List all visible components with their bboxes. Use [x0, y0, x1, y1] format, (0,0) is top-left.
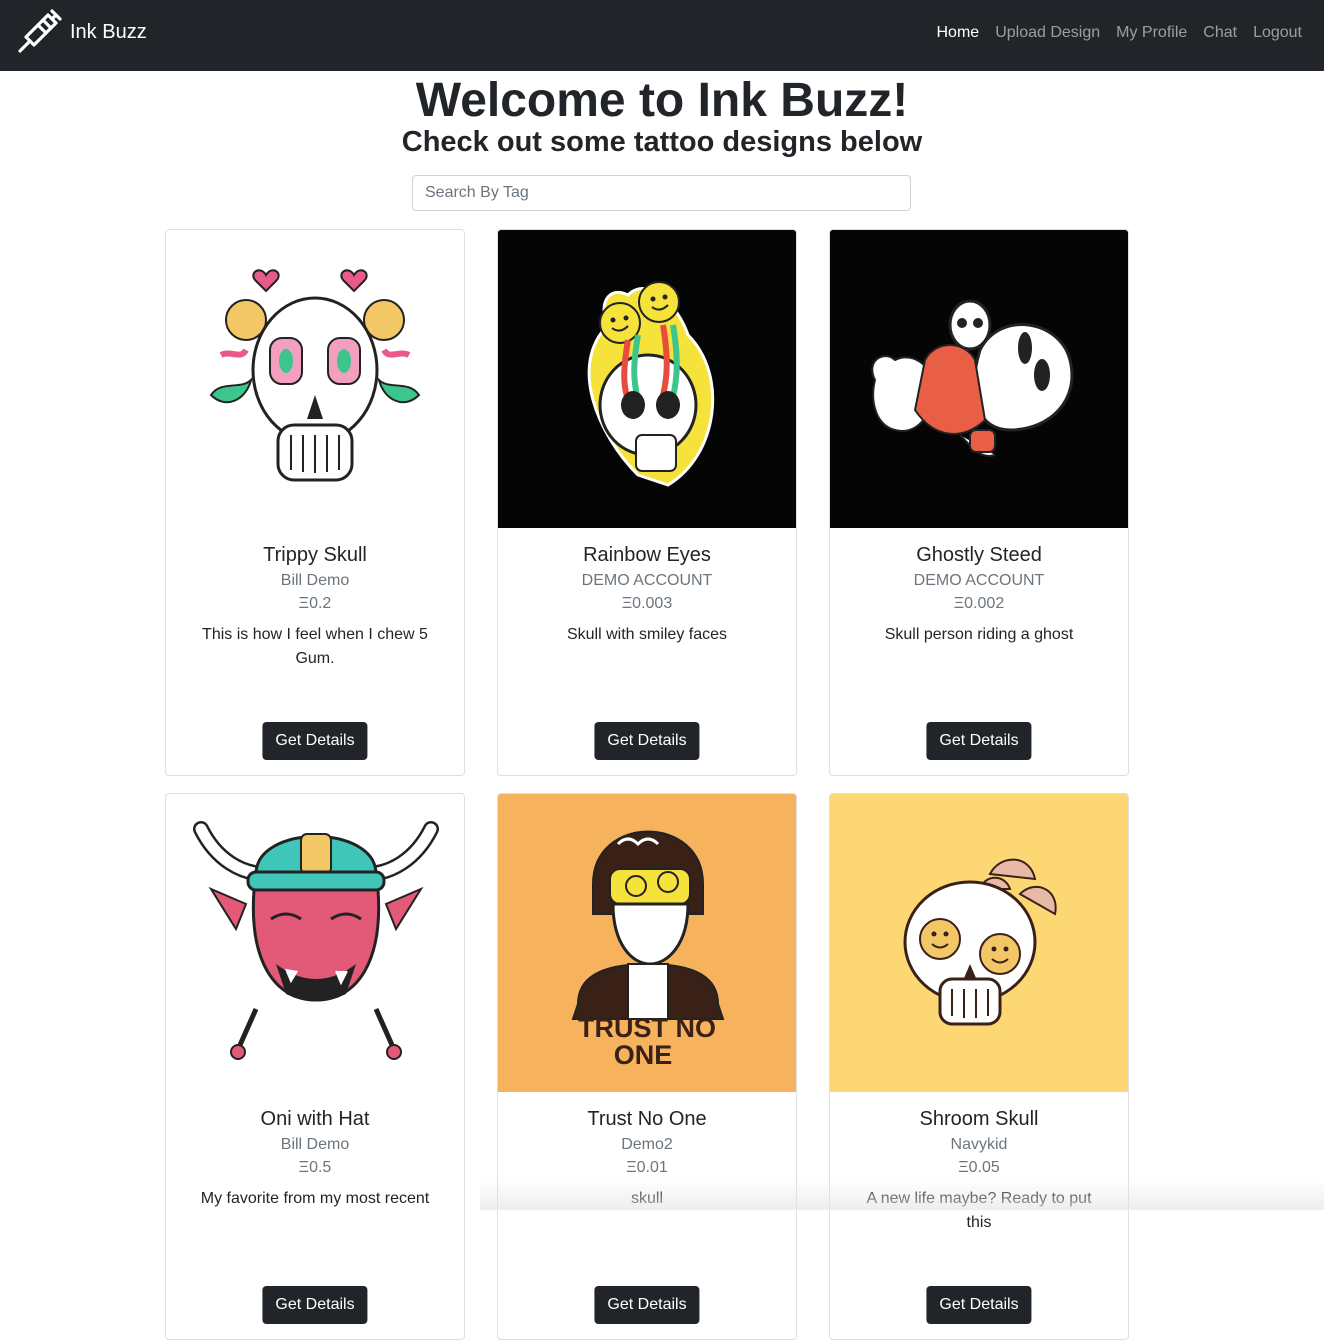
card-artist: Bill Demo — [280, 1136, 350, 1153]
trust-no-one-lettering: ONE — [614, 1040, 673, 1070]
card-description: My favorite from my most recent — [200, 1190, 430, 1207]
card-artist: Demo2 — [621, 1136, 673, 1153]
navbar: Ink Buzz Home Upload Design My Profile C… — [0, 0, 1324, 71]
nav-links: Home Upload Design My Profile Chat Logou… — [921, 0, 1303, 66]
get-details-button[interactable]: Get Details — [594, 1286, 700, 1324]
card-description: Skull with smiley faces — [566, 626, 728, 643]
get-details-button[interactable]: Get Details — [926, 722, 1032, 760]
get-details-button[interactable]: Get Details — [262, 722, 368, 760]
brand-link[interactable]: Ink Buzz — [14, 6, 147, 58]
get-details-button[interactable]: Get Details — [594, 722, 700, 760]
card-artist: Navykid — [950, 1136, 1008, 1153]
card-price: Ξ0.05 — [958, 1159, 1000, 1176]
trippy-skull-image — [166, 230, 464, 528]
brand-name: Ink Buzz — [70, 20, 147, 43]
card-description: A new life maybe? Ready to put this — [866, 1190, 1092, 1231]
card-artist: Bill Demo — [280, 572, 350, 589]
card-description: This is how I feel when I chew 5 Gum. — [202, 626, 428, 667]
trust-no-one-lettering: TRUST NO — [578, 1013, 716, 1043]
card-price: Ξ0.5 — [298, 1159, 332, 1176]
get-details-button[interactable]: Get Details — [262, 1286, 368, 1324]
page-title: Welcome to Ink Buzz! — [415, 74, 909, 127]
card-title: Shroom Skull — [919, 1108, 1039, 1130]
card-price: Ξ0.01 — [626, 1159, 668, 1176]
card-title: Trippy Skull — [263, 544, 367, 566]
card-price: Ξ0.002 — [953, 595, 1005, 612]
design-card: Oni with Hat Bill Demo Ξ0.5 My favorite … — [165, 793, 465, 1340]
card-description: Skull person riding a ghost — [884, 626, 1074, 643]
trust-no-one-image: TRUST NO ONE — [498, 794, 796, 1092]
card-artist: DEMO ACCOUNT — [913, 572, 1045, 589]
get-details-button[interactable]: Get Details — [926, 1286, 1032, 1324]
nav-my-profile[interactable]: My Profile — [1116, 24, 1187, 42]
card-description: skull — [630, 1190, 663, 1207]
card-title: Rainbow Eyes — [583, 544, 711, 566]
tattoo-machine-icon — [18, 9, 62, 53]
page-subtitle: Check out some tattoo designs below — [401, 126, 923, 158]
card-price: Ξ0.003 — [621, 595, 673, 612]
nav-logout[interactable]: Logout — [1253, 24, 1302, 42]
design-card: Ghostly Steed DEMO ACCOUNT Ξ0.002 Skull … — [829, 229, 1129, 776]
nav-upload-design[interactable]: Upload Design — [995, 24, 1100, 42]
oni-with-hat-image — [166, 794, 464, 1092]
nav-chat[interactable]: Chat — [1203, 24, 1237, 42]
card-title: Trust No One — [587, 1108, 707, 1130]
design-card: TRUST NO ONE Trust No One Demo2 Ξ0.01 sk… — [497, 793, 797, 1340]
design-card: Rainbow Eyes DEMO ACCOUNT Ξ0.003 Skull w… — [497, 229, 797, 776]
design-card: Shroom Skull Navykid Ξ0.05 A new life ma… — [829, 793, 1129, 1340]
design-card: Trippy Skull Bill Demo Ξ0.2 This is how … — [165, 229, 465, 776]
shroom-skull-image — [830, 794, 1128, 1092]
card-title: Oni with Hat — [260, 1108, 370, 1130]
rainbow-eyes-image — [498, 230, 796, 528]
card-title: Ghostly Steed — [916, 544, 1042, 566]
card-price: Ξ0.2 — [298, 595, 332, 612]
search-input[interactable] — [412, 175, 911, 211]
nav-home[interactable]: Home — [937, 24, 980, 42]
ghostly-steed-image — [830, 230, 1128, 528]
card-artist: DEMO ACCOUNT — [581, 572, 713, 589]
